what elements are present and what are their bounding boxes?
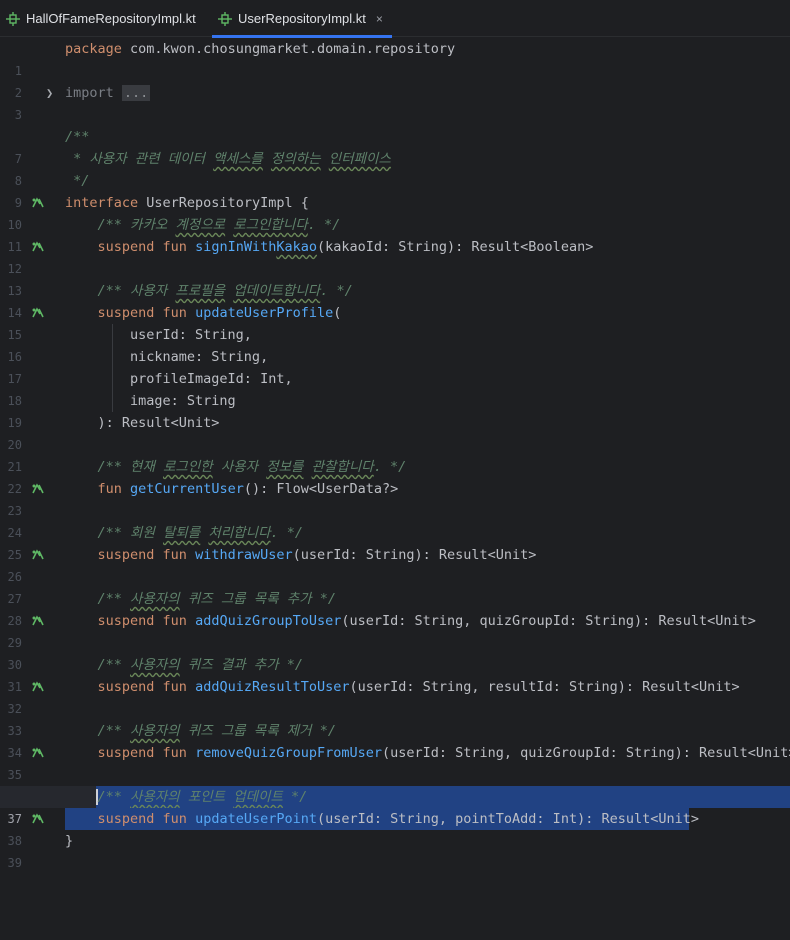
implemented-interface-gutter-icon[interactable] bbox=[30, 195, 46, 211]
code-line: 31 /** 사용자의 퀴즈 결과 추가 */ bbox=[0, 654, 790, 694]
line-number: 3 bbox=[14, 108, 22, 122]
code-text: image: String bbox=[65, 393, 236, 409]
code-line: 17 nickname: String, bbox=[0, 346, 790, 386]
code-line: 13 bbox=[0, 258, 790, 298]
kotlin-interface-file-icon bbox=[6, 11, 20, 26]
indent-guide bbox=[112, 324, 113, 412]
code-line: 14 /** 사용자 프로필을 업데이트합니다. */ bbox=[0, 280, 790, 320]
implemented-interface-gutter-icon[interactable] bbox=[30, 481, 46, 497]
close-icon[interactable]: × bbox=[376, 12, 383, 26]
tab-hall-of-fame-repository[interactable]: HallOfFameRepositoryImpl.kt bbox=[0, 0, 200, 37]
code-text: /** 사용자의 퀴즈 그룹 목록 제거 */ bbox=[65, 723, 336, 739]
code-text: profileImageId: Int, bbox=[65, 371, 293, 387]
code-editor[interactable]: 1 package com.kwon.chosungmarket.domain.… bbox=[0, 38, 790, 870]
code-line-current: 37 /** 사용자의 포인트 업데이트 */ bbox=[0, 786, 790, 826]
implemented-interface-gutter-icon[interactable] bbox=[30, 305, 46, 321]
code-text: userId: String, bbox=[65, 327, 252, 343]
code-line: 16 userId: String, bbox=[0, 324, 790, 364]
tab-label: UserRepositoryImpl.kt bbox=[238, 11, 366, 26]
code-line: 1 package com.kwon.chosungmarket.domain.… bbox=[0, 38, 790, 78]
implemented-interface-gutter-icon[interactable] bbox=[30, 547, 46, 563]
code-line: 35 suspend fun removeQuizGroupFromUser(u… bbox=[0, 742, 790, 782]
code-line: 29 suspend fun addQuizGroupToUser(userId… bbox=[0, 610, 790, 650]
code-line: 25 /** 회원 탈퇴를 처리합니다. */ bbox=[0, 522, 790, 562]
code-line: 30 bbox=[0, 632, 790, 672]
folded-imports[interactable]: ... bbox=[121, 85, 151, 101]
code-text: suspend fun addQuizResultToUser(userId: … bbox=[97, 679, 740, 695]
code-text: suspend fun withdrawUser(userId: String)… bbox=[97, 547, 537, 563]
code-line: 36 bbox=[0, 764, 790, 804]
implemented-interface-gutter-icon[interactable] bbox=[30, 239, 46, 255]
kotlin-interface-file-icon bbox=[218, 11, 232, 26]
code-text: suspend fun updateUserPoint(userId: Stri… bbox=[97, 811, 699, 827]
tab-label: HallOfFameRepositoryImpl.kt bbox=[26, 11, 196, 26]
implemented-interface-gutter-icon[interactable] bbox=[30, 613, 46, 629]
code-line: 33 bbox=[0, 698, 790, 738]
code-text: suspend fun removeQuizGroupFromUser(user… bbox=[97, 745, 790, 761]
code-text: /** 사용자의 포인트 업데이트 */ bbox=[65, 789, 308, 805]
code-line: 39 } bbox=[0, 830, 790, 870]
line-number: 39 bbox=[7, 856, 22, 870]
implemented-interface-gutter-icon[interactable] bbox=[30, 679, 46, 695]
code-line: 19 image: String bbox=[0, 390, 790, 430]
code-text: /** bbox=[65, 129, 90, 145]
chevron-right-icon[interactable]: ❯ bbox=[46, 82, 53, 104]
code-line: 26 suspend fun withdrawUser(userId: Stri… bbox=[0, 544, 790, 584]
code-text: /** 현재 로그인한 사용자 정보를 관찰합니다. */ bbox=[65, 459, 407, 475]
code-line: 34 /** 사용자의 퀴즈 그룹 목록 제거 */ bbox=[0, 720, 790, 760]
code-text: suspend fun updateUserProfile( bbox=[97, 305, 342, 321]
implemented-interface-gutter-icon[interactable] bbox=[30, 745, 46, 761]
code-line: 38 suspend fun updateUserPoint(userId: S… bbox=[0, 808, 790, 848]
code-line: 32 suspend fun addQuizResultToUser(userI… bbox=[0, 676, 790, 716]
code-text: /** 카카오 계정으로 로그인합니다. */ bbox=[65, 217, 341, 233]
code-line: 24 bbox=[0, 500, 790, 540]
code-line: 18 profileImageId: Int, bbox=[0, 368, 790, 408]
code-line: 7 /** bbox=[0, 126, 790, 166]
code-line: 20 ): Result<Unit> bbox=[0, 412, 790, 452]
code-text: interface UserRepositoryImpl { bbox=[65, 195, 309, 211]
code-line: 9 */ bbox=[0, 170, 790, 210]
code-text: package com.kwon.chosungmarket.domain.re… bbox=[65, 41, 456, 57]
code-line: 22 /** 현재 로그인한 사용자 정보를 관찰합니다. */ bbox=[0, 456, 790, 496]
code-line: 10 interface UserRepositoryImpl { bbox=[0, 192, 790, 232]
code-text: suspend fun addQuizGroupToUser(userId: S… bbox=[97, 613, 756, 629]
code-text: /** 사용자의 퀴즈 그룹 목록 추가 */ bbox=[65, 591, 336, 607]
code-text: /** 사용자 프로필을 업데이트합니다. */ bbox=[65, 283, 353, 299]
code-text: nickname: String, bbox=[65, 349, 269, 365]
code-line: 12 suspend fun signInWithKakao(kakaoId: … bbox=[0, 236, 790, 276]
code-line: 28 /** 사용자의 퀴즈 그룹 목록 추가 */ bbox=[0, 588, 790, 628]
code-text: import ... bbox=[65, 85, 151, 101]
code-line: 11 /** 카카오 계정으로 로그인합니다. */ bbox=[0, 214, 790, 254]
code-line: 23 fun getCurrentUser(): Flow<UserData?> bbox=[0, 478, 790, 518]
code-text: suspend fun signInWithKakao(kakaoId: Str… bbox=[97, 239, 594, 255]
code-text: * 사용자 관련 데이터 액세스를 정의하는 인터페이스 bbox=[65, 151, 391, 167]
tab-user-repository-impl[interactable]: UserRepositoryImpl.kt × bbox=[212, 0, 392, 38]
code-text: } bbox=[65, 833, 74, 849]
code-text: */ bbox=[65, 173, 90, 189]
code-line: 15 suspend fun updateUserProfile( bbox=[0, 302, 790, 342]
code-line: 3 ❯ import ... bbox=[0, 82, 790, 122]
implemented-interface-gutter-icon[interactable] bbox=[30, 811, 46, 827]
code-text: ): Result<Unit> bbox=[65, 415, 220, 431]
editor-tab-bar: HallOfFameRepositoryImpl.kt UserReposito… bbox=[0, 0, 790, 38]
code-text: /** 사용자의 퀴즈 결과 추가 */ bbox=[65, 657, 304, 673]
code-line: 21 bbox=[0, 434, 790, 474]
code-line: 8 * 사용자 관련 데이터 액세스를 정의하는 인터페이스 bbox=[0, 148, 790, 188]
code-line: 2 bbox=[0, 60, 790, 100]
code-text: /** 회원 탈퇴를 처리합니다. */ bbox=[65, 525, 304, 541]
code-text: fun getCurrentUser(): Flow<UserData?> bbox=[97, 481, 399, 497]
code-line: 27 bbox=[0, 566, 790, 606]
